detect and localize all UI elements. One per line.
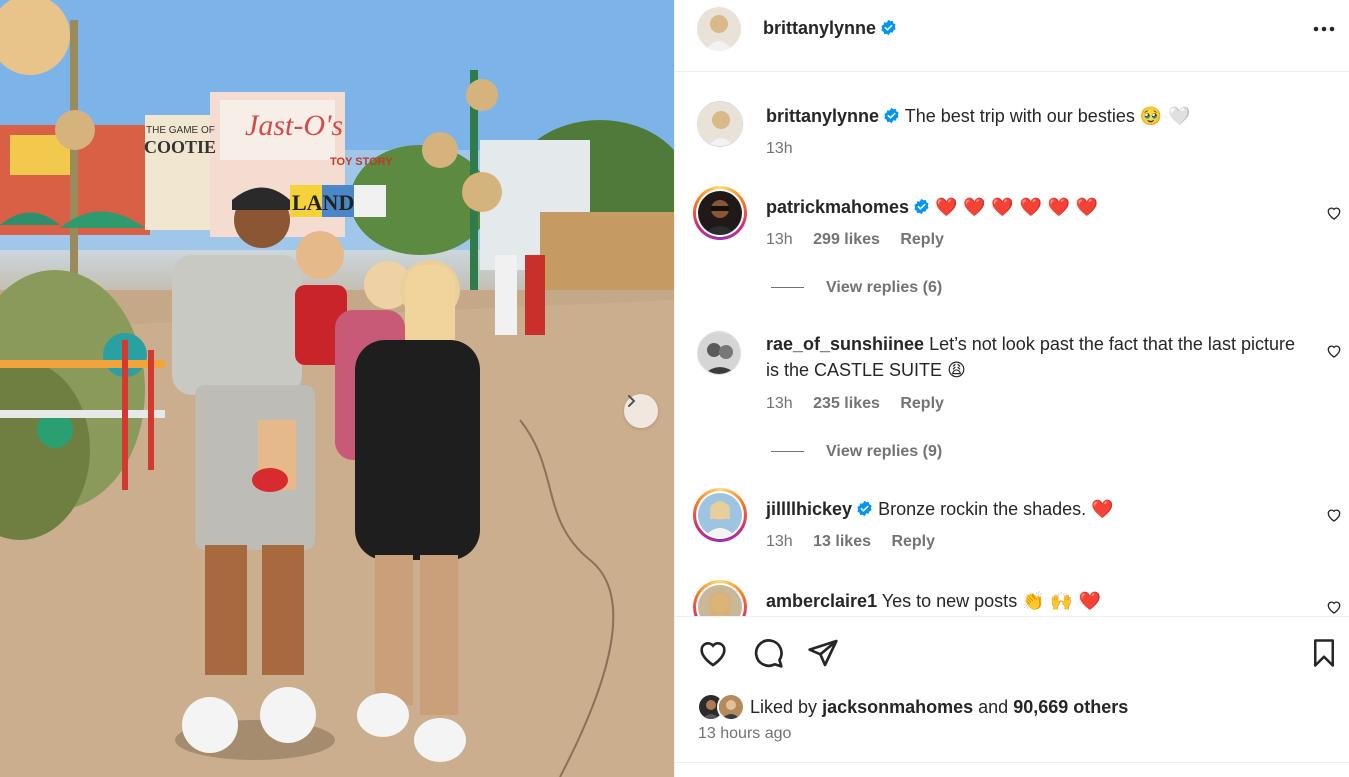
caption-body: The best trip with our besties: [904, 106, 1135, 126]
caption-text: brittanylynne The best trip with our bes…: [766, 103, 1296, 130]
heart-icon: [700, 642, 726, 667]
comment-emoji: 😩: [947, 360, 966, 381]
comment-item: patrickmahomes ❤️ ❤️ ❤️ ❤️ ❤️ ❤️ 13h 299…: [675, 183, 1349, 313]
comment-emoji: ❤️ ❤️ ❤️ ❤️ ❤️ ❤️: [935, 197, 1099, 218]
comment-time[interactable]: 13h: [766, 395, 793, 412]
reply-button[interactable]: Reply: [900, 231, 944, 248]
comment-icon: [754, 639, 783, 668]
commenter-avatar: [698, 493, 742, 537]
liked-by-prefix: Liked by: [750, 697, 818, 717]
liker-avatar: [717, 693, 745, 721]
comment-likes[interactable]: 235 likes: [813, 395, 880, 412]
view-replies-label: View replies (6): [826, 279, 943, 296]
comment-item: rae_of_sunshiinee Let’s not look past th…: [675, 323, 1349, 473]
more-options-button[interactable]: [1312, 22, 1336, 40]
verified-badge-icon: [857, 500, 872, 517]
comment-text: amberclaire1 Yes to new posts 👏 🙌 ❤️: [766, 588, 1296, 615]
caption-meta: 13h: [766, 140, 809, 158]
like-comment-button[interactable]: [1326, 343, 1342, 364]
story-ring[interactable]: [693, 580, 747, 616]
like-comment-button[interactable]: [1326, 599, 1342, 616]
comment-button[interactable]: [752, 637, 784, 674]
author-username[interactable]: brittanylynne: [763, 18, 876, 38]
like-comment-button[interactable]: [1326, 205, 1342, 226]
comment-emoji: ❤️: [1091, 499, 1114, 520]
heart-icon: [1327, 509, 1341, 522]
post-actions: Liked by jacksonmahomes and 90,669 other…: [675, 616, 1349, 762]
verified-badge-icon: [884, 107, 899, 124]
reply-button[interactable]: Reply: [900, 395, 944, 412]
caption-avatar[interactable]: [697, 101, 743, 147]
verified-badge-icon: [881, 19, 896, 36]
comment-meta: 13h 13 likes Reply: [766, 533, 951, 551]
like-post-button[interactable]: [697, 637, 729, 674]
sign-jast-os: Jast-O's: [245, 109, 343, 142]
comment-username[interactable]: rae_of_sunshiinee: [766, 334, 924, 354]
share-button[interactable]: [807, 637, 839, 674]
divider: [675, 762, 1349, 763]
comment-body: Bronze rockin the shades.: [878, 499, 1087, 519]
commenter-avatar[interactable]: [697, 331, 741, 375]
comments-list[interactable]: brittanylynne The best trip with our bes…: [675, 73, 1349, 616]
view-replies-button[interactable]: View replies (6): [771, 279, 942, 297]
author-avatar[interactable]: [697, 7, 741, 51]
comment-meta: 13h 299 likes Reply: [766, 231, 960, 249]
post-header: brittanylynne: [675, 0, 1349, 72]
like-comment-button[interactable]: [1326, 507, 1342, 528]
post-time[interactable]: 13 hours ago: [698, 725, 791, 743]
photo-scene: Jast-O's THE GAME OF COOTIE TOY STORY LA…: [0, 0, 674, 777]
comment-item: amberclaire1 Yes to new posts 👏 🙌 ❤️: [675, 577, 1349, 616]
heart-icon: [1327, 345, 1341, 358]
comment-time[interactable]: 13h: [766, 533, 793, 550]
comment-body: Yes to new posts: [881, 591, 1018, 611]
author-info: brittanylynne: [763, 18, 897, 39]
sign-land: LAND: [292, 190, 354, 215]
comment-likes[interactable]: 299 likes: [813, 231, 880, 248]
chevron-right-icon: [628, 395, 636, 407]
comment-text: rae_of_sunshiinee Let’s not look past th…: [766, 331, 1296, 384]
comment-meta: 13h 235 likes Reply: [766, 395, 960, 413]
view-replies-label: View replies (9): [826, 443, 943, 460]
view-replies-button[interactable]: View replies (9): [771, 443, 942, 461]
caption-emoji: 🥹 🤍: [1139, 106, 1191, 127]
reply-button[interactable]: Reply: [891, 533, 935, 550]
comment-text: jillllhickey Bronze rockin the shades. ❤…: [766, 496, 1296, 523]
caption-time[interactable]: 13h: [766, 140, 793, 157]
sign-toy-story: TOY STORY: [330, 156, 393, 168]
comment-item: jillllhickey Bronze rockin the shades. ❤…: [675, 485, 1349, 575]
heart-icon: [1327, 601, 1341, 614]
post-photo[interactable]: Jast-O's THE GAME OF COOTIE TOY STORY LA…: [0, 0, 674, 777]
heart-icon: [1327, 207, 1341, 220]
commenter-avatar: [698, 191, 742, 235]
likes-summary: Liked by jacksonmahomes and 90,669 other…: [750, 697, 1128, 718]
liked-by-user[interactable]: jacksonmahomes: [822, 697, 973, 717]
liked-by-avatars[interactable]: [697, 693, 745, 721]
liked-by-connector: and: [978, 697, 1009, 717]
comment-username[interactable]: jillllhickey: [766, 499, 852, 519]
caption-username[interactable]: brittanylynne: [766, 106, 879, 126]
next-photo-button[interactable]: [624, 394, 658, 428]
liked-by-others[interactable]: 90,669 others: [1013, 697, 1128, 717]
caption: brittanylynne The best trip with our bes…: [675, 73, 1349, 173]
comment-username[interactable]: amberclaire1: [766, 591, 877, 611]
save-button[interactable]: [1309, 637, 1339, 674]
sign-cootie: COOTIE: [144, 137, 216, 157]
story-ring[interactable]: [693, 186, 747, 240]
sign-game-of: THE GAME OF: [146, 125, 215, 136]
more-horizontal-icon: [1313, 26, 1335, 32]
story-ring[interactable]: [693, 488, 747, 542]
verified-badge-icon: [914, 198, 929, 215]
comment-username[interactable]: patrickmahomes: [766, 197, 909, 217]
bookmark-icon: [1314, 639, 1334, 667]
comment-time[interactable]: 13h: [766, 231, 793, 248]
post-side-panel: brittanylynne brittanylynne The best tri…: [674, 0, 1349, 777]
share-icon: [808, 639, 838, 667]
comment-emoji: 👏 🙌 ❤️: [1022, 591, 1101, 612]
comment-likes[interactable]: 13 likes: [813, 533, 871, 550]
comment-text: patrickmahomes ❤️ ❤️ ❤️ ❤️ ❤️ ❤️: [766, 194, 1296, 221]
